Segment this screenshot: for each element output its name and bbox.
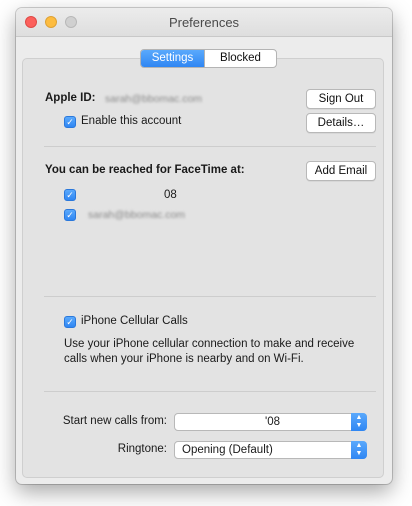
title-bar[interactable]: Preferences: [16, 8, 392, 37]
ringtone-label: Ringtone:: [117, 443, 167, 455]
divider: [44, 296, 376, 297]
sign-out-button[interactable]: Sign Out: [306, 89, 376, 109]
preferences-window: Preferences Apple ID: sarah@bbomac.com S…: [16, 8, 392, 484]
cellular-calls-checkbox[interactable]: ✓: [64, 316, 76, 328]
tab-blocked[interactable]: Blocked: [204, 50, 276, 67]
add-email-button[interactable]: Add Email: [306, 161, 376, 181]
tab-settings[interactable]: Settings: [141, 50, 204, 67]
divider: [44, 146, 376, 147]
apple-id-label: Apple ID:: [45, 92, 96, 104]
reach-entry-email: sarah@bbomac.com: [88, 209, 186, 221]
apple-id-value: sarah@bbomac.com: [105, 93, 203, 105]
divider: [44, 391, 376, 392]
reach-heading: You can be reached for FaceTime at:: [45, 164, 245, 176]
ringtone-select[interactable]: Opening (Default) ▲ ▼: [174, 441, 367, 459]
reach-entry-checkbox[interactable]: ✓: [64, 209, 76, 221]
cellular-calls-description: Use your iPhone cellular connection to m…: [64, 338, 355, 365]
enable-account-label: Enable this account: [81, 115, 182, 127]
start-calls-select[interactable]: '08 ▲ ▼: [174, 413, 367, 431]
enable-account-checkbox[interactable]: ✓: [64, 116, 76, 128]
reach-entry-checkbox[interactable]: ✓: [64, 189, 76, 201]
start-calls-label: Start new calls from:: [62, 415, 167, 427]
tab-switcher: Settings Blocked: [140, 49, 277, 68]
popup-arrows-icon: ▲ ▼: [351, 413, 367, 431]
settings-panel: Apple ID: sarah@bbomac.com Sign Out ✓ En…: [22, 58, 384, 478]
window-title: Preferences: [168, 15, 240, 30]
ringtone-value: Opening (Default): [182, 444, 273, 456]
details-button[interactable]: Details…: [306, 113, 376, 133]
cellular-calls-label: iPhone Cellular Calls: [81, 315, 188, 327]
popup-arrows-icon: ▲ ▼: [351, 441, 367, 459]
start-calls-value: '08: [265, 416, 280, 428]
reach-entry-phone: 08: [164, 189, 177, 201]
